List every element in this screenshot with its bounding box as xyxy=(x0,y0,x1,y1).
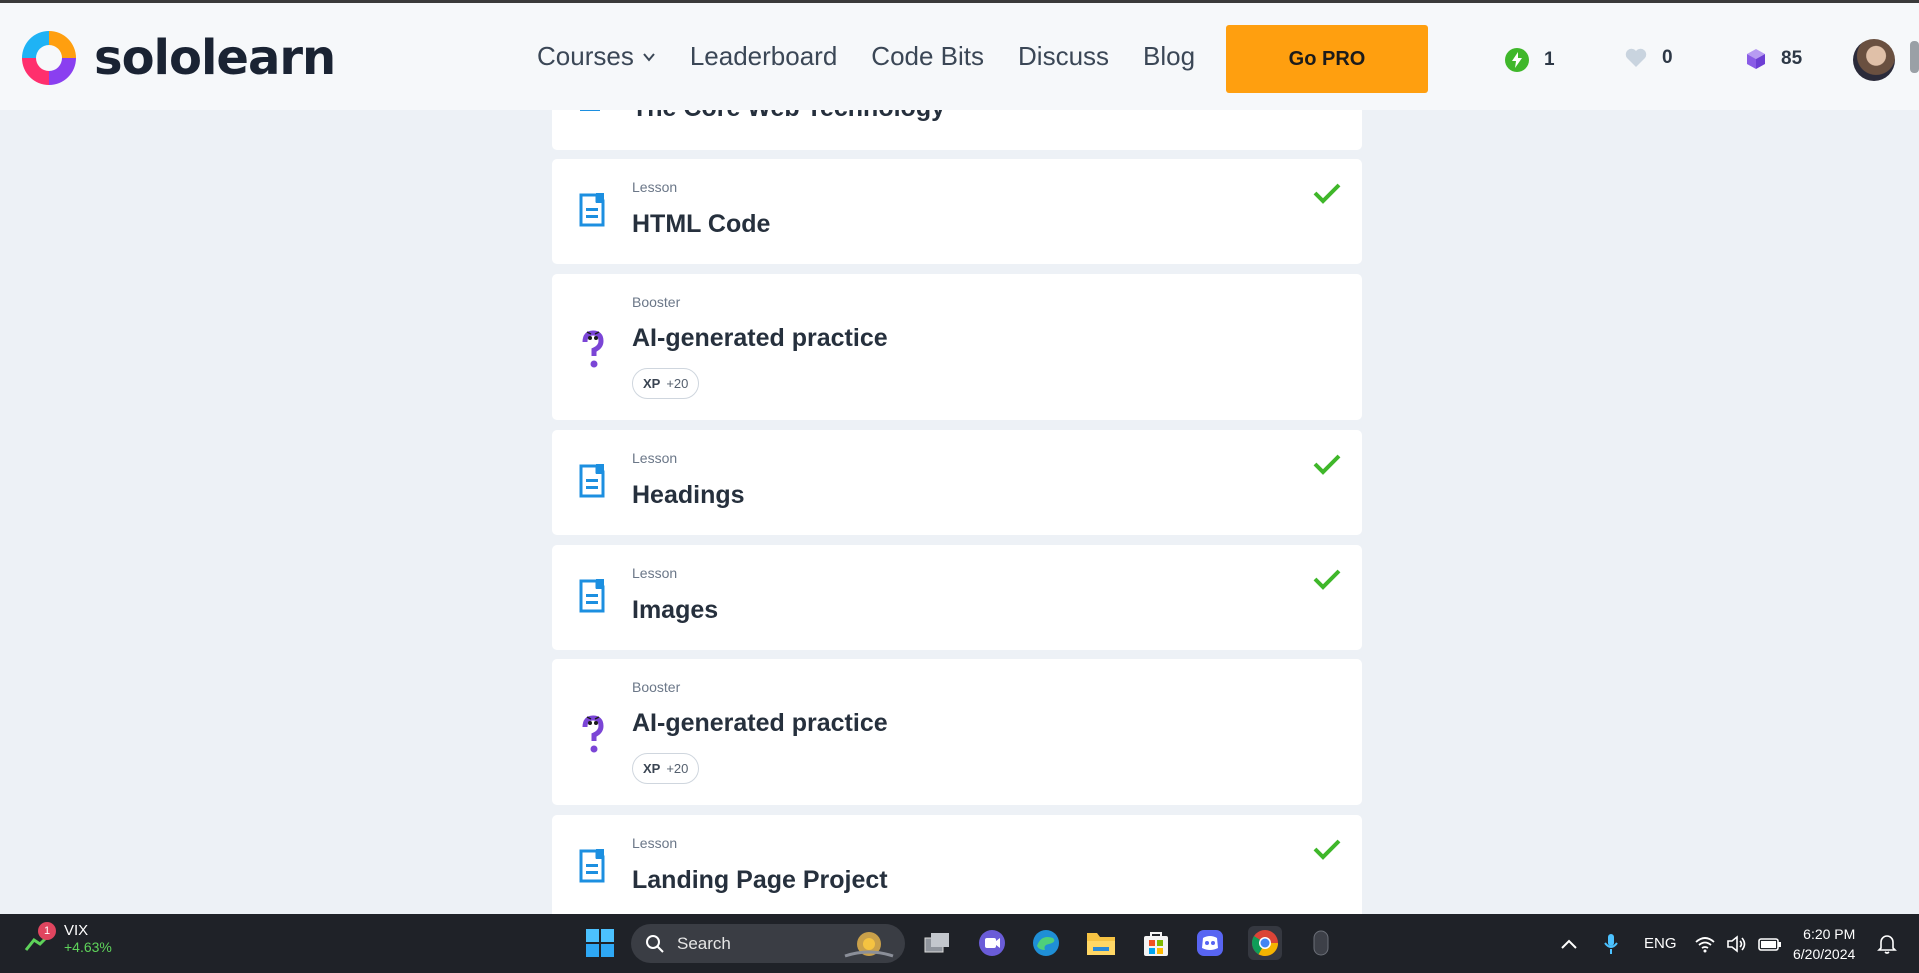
hearts-count: 0 xyxy=(1662,47,1673,68)
question-icon xyxy=(582,715,604,753)
show-hidden-icons[interactable] xyxy=(1560,914,1578,973)
streak-count: 1 xyxy=(1544,49,1555,70)
nav-blog[interactable]: Blog xyxy=(1143,41,1195,72)
battery-icon xyxy=(1758,937,1781,951)
lesson-card[interactable]: Lesson Landing Page Project xyxy=(552,815,1362,920)
lesson-kind: Lesson xyxy=(632,450,678,466)
nav-leaderboard[interactable]: Leaderboard xyxy=(690,41,837,72)
microphone-icon[interactable] xyxy=(1603,914,1619,973)
brand-name: sololearn xyxy=(94,30,336,86)
xp-label: XP xyxy=(643,761,661,776)
nav-courses-label: Courses xyxy=(537,41,634,71)
lesson-title: AI-generated practice xyxy=(632,709,888,737)
clock-time: 6:20 PM xyxy=(1803,926,1856,942)
top-navbar: sololearn Courses Leaderboard Code Bits … xyxy=(0,0,1919,110)
task-view-icon[interactable] xyxy=(920,926,954,960)
widget-change: +4.63% xyxy=(64,939,112,955)
check-icon xyxy=(1313,569,1341,590)
lesson-title: AI-generated practice xyxy=(632,324,888,352)
system-clock[interactable]: 6:20 PM 6/20/2024 xyxy=(1793,924,1855,964)
search-icon xyxy=(646,934,664,953)
lesson-card[interactable]: Lesson Headings xyxy=(552,430,1362,535)
streak-counter[interactable]: 1 xyxy=(1504,47,1555,73)
xp-badge: XP +20 xyxy=(632,753,700,784)
chevron-up-icon xyxy=(1561,939,1577,949)
lesson-kind: Booster xyxy=(632,679,681,695)
lesson-icon xyxy=(579,464,605,498)
check-icon xyxy=(1313,454,1341,475)
hearts-counter[interactable]: 0 xyxy=(1624,47,1673,69)
question-icon xyxy=(582,330,604,368)
notifications-bell-icon[interactable] xyxy=(1877,914,1897,973)
volume-icon xyxy=(1727,934,1746,953)
search-highlight-icon xyxy=(844,931,894,957)
bits-cube-icon xyxy=(1747,49,1765,69)
check-icon xyxy=(1313,839,1341,860)
scrollbar[interactable] xyxy=(1910,41,1919,73)
lesson-kind: Lesson xyxy=(632,179,678,195)
lesson-kind: Booster xyxy=(632,294,681,310)
edge-browser-icon[interactable] xyxy=(1029,926,1063,960)
sololearn-logo-icon xyxy=(22,31,76,85)
lesson-kind: Lesson xyxy=(632,835,678,851)
lesson-card[interactable]: Lesson Images xyxy=(552,545,1362,650)
file-explorer-icon[interactable] xyxy=(1084,926,1118,960)
lesson-icon xyxy=(579,193,605,227)
windows-start-icon[interactable] xyxy=(583,926,617,960)
clock-date: 6/20/2024 xyxy=(1793,946,1856,962)
nav-code-bits[interactable]: Code Bits xyxy=(871,41,984,72)
widget-name: VIX xyxy=(64,922,89,939)
xp-value: +20 xyxy=(666,761,689,776)
discord-icon[interactable] xyxy=(1193,926,1227,960)
bits-count: 85 xyxy=(1781,48,1803,69)
check-icon xyxy=(1313,183,1341,204)
lesson-icon xyxy=(579,849,605,883)
xp-value: +20 xyxy=(666,376,689,391)
nav-courses[interactable]: Courses xyxy=(537,41,656,72)
lesson-icon xyxy=(579,579,605,613)
taskbar-search[interactable]: Search xyxy=(631,924,905,963)
notification-badge: 1 xyxy=(38,922,56,940)
taskbar: 1 VIX +4.63% Search ENG 6:20 PM 6/20/202… xyxy=(0,914,1919,973)
microsoft-store-icon[interactable] xyxy=(1139,926,1173,960)
lesson-card[interactable]: Lesson HTML Code xyxy=(552,159,1362,264)
system-tray-status[interactable] xyxy=(1694,914,1782,973)
sololearn-logo[interactable]: sololearn xyxy=(18,27,336,89)
lesson-title: Landing Page Project xyxy=(632,866,888,894)
avatar[interactable] xyxy=(1853,39,1895,81)
heart-icon xyxy=(1625,48,1647,67)
xp-label: XP xyxy=(643,376,661,391)
chevron-down-icon xyxy=(643,52,655,62)
booster-card[interactable]: Booster AI-generated practice XP +20 xyxy=(552,659,1362,805)
stock-widget[interactable]: 1 VIX +4.63% xyxy=(24,922,112,958)
bits-counter[interactable]: 85 xyxy=(1745,47,1802,71)
go-pro-button[interactable]: Go PRO xyxy=(1226,25,1428,93)
xp-badge: XP +20 xyxy=(632,368,700,399)
lesson-title: Headings xyxy=(632,481,745,509)
lightning-icon xyxy=(1505,48,1529,72)
chart-up-icon: 1 xyxy=(24,922,56,958)
main-nav: Courses Leaderboard Code Bits Discuss Bl… xyxy=(537,41,1229,72)
wifi-icon xyxy=(1695,936,1715,952)
chrome-browser-icon[interactable] xyxy=(1248,926,1282,960)
lesson-title: HTML Code xyxy=(632,210,771,238)
teams-meet-icon[interactable] xyxy=(975,926,1009,960)
language-indicator[interactable]: ENG xyxy=(1644,914,1677,973)
search-placeholder: Search xyxy=(677,933,731,953)
nav-discuss[interactable]: Discuss xyxy=(1018,41,1109,72)
lesson-title: Images xyxy=(632,596,719,624)
booster-card[interactable]: Booster AI-generated practice XP +20 xyxy=(552,274,1362,420)
mouse-app-icon[interactable] xyxy=(1304,926,1338,960)
lesson-kind: Lesson xyxy=(632,565,678,581)
